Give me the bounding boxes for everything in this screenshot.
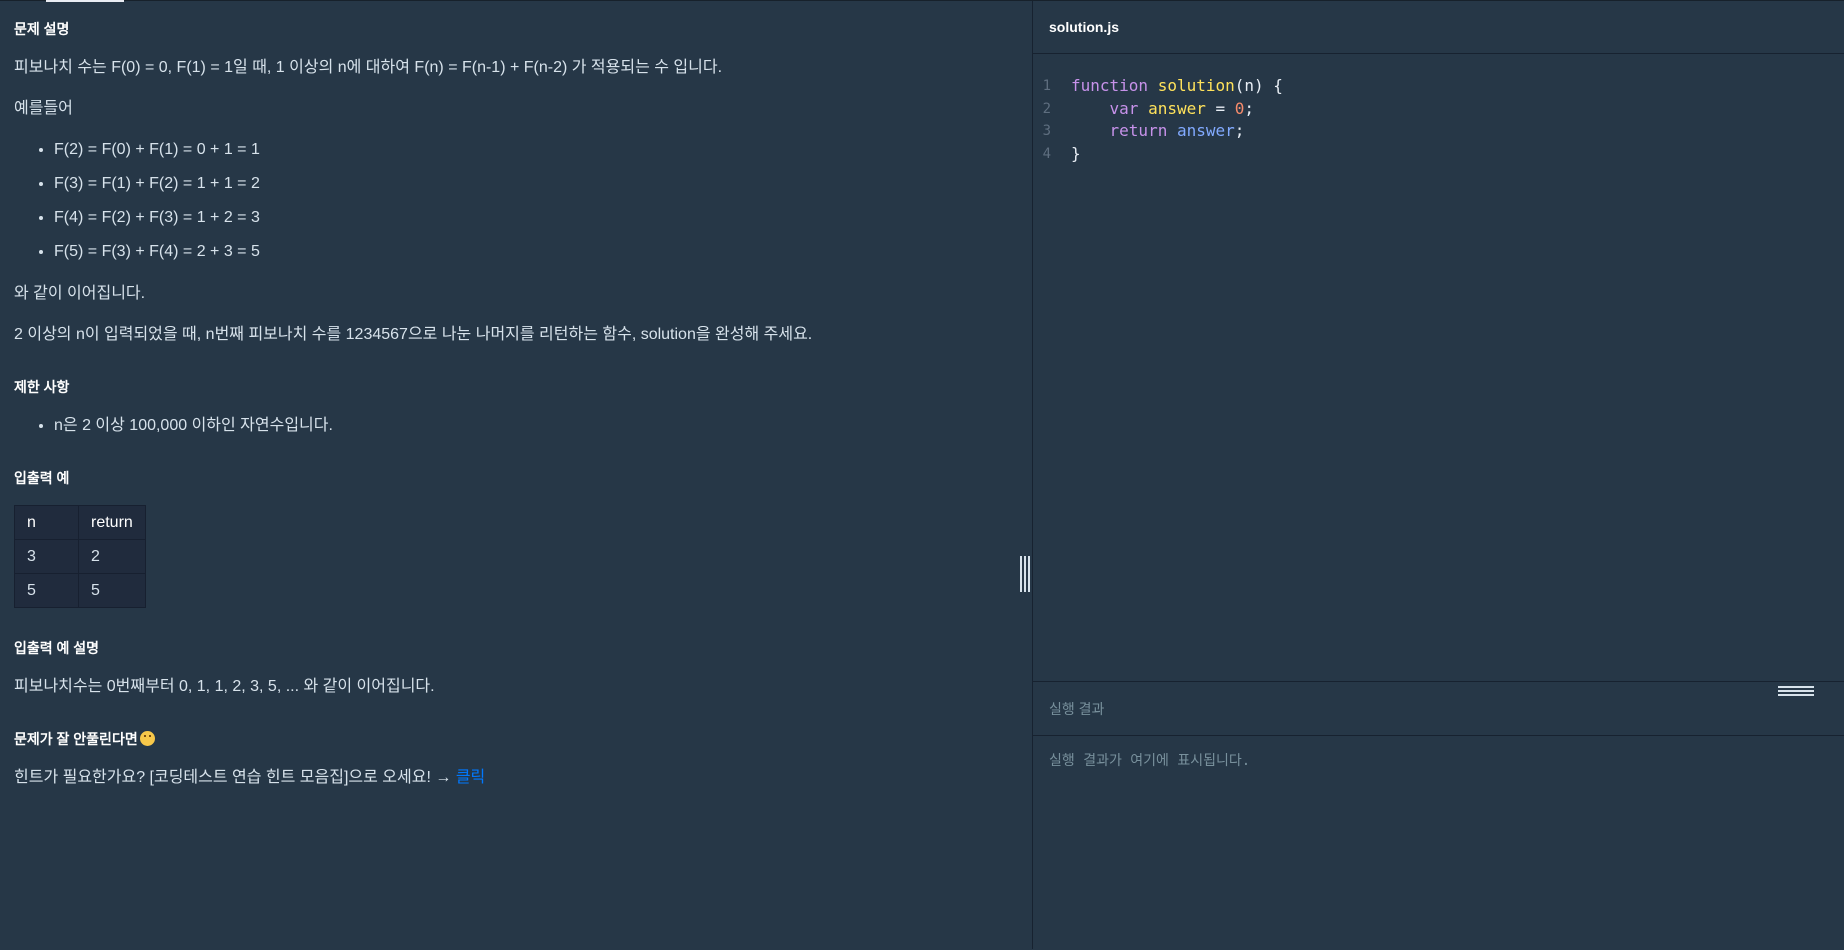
list-item: n은 2 이상 100,000 이하인 자연수입니다. [54, 414, 1018, 438]
hint-title-text: 문제가 잘 안풀린다면 [14, 731, 138, 747]
horizontal-resize-handle[interactable] [1778, 686, 1814, 696]
code-token: return [1109, 121, 1168, 140]
flushed-face-icon [139, 731, 155, 746]
line-number: 3 [1042, 123, 1051, 139]
intro-text: 피보나치 수는 F(0) = 0, F(1) = 1일 때, 1 이상의 n에 … [14, 59, 723, 76]
table-row: 3 2 [14, 539, 146, 574]
example-lead: 예를들어 [14, 100, 73, 117]
table-cell: 5 [78, 573, 146, 608]
code-line: 4} [1033, 143, 1844, 166]
constraints-title: 제한 사항 [14, 379, 70, 395]
continues-text: 와 같이 이어집니다. [14, 285, 146, 302]
code-token: answer [1176, 121, 1235, 140]
table-row: 5 5 [14, 573, 146, 608]
table-header-return: return [78, 505, 146, 540]
code-token: solution [1157, 76, 1235, 95]
editor-header: solution.js [1033, 1, 1844, 54]
table-cell: 3 [14, 539, 79, 574]
hint-text: 힌트가 필요한가요? [코딩테스트 연습 힌트 모음집]으로 오세요! → [14, 769, 456, 786]
table-header-row: n return [14, 505, 146, 540]
hint-link[interactable]: 클릭 [456, 769, 485, 786]
code-token: 0 [1234, 98, 1245, 118]
code-token: var [1109, 98, 1139, 118]
vertical-resize-handle[interactable] [1020, 556, 1030, 592]
io-title: 입출력 예 [14, 470, 70, 486]
code-line: 2 var answer = 0; [1033, 98, 1844, 121]
file-tab[interactable]: solution.js [1049, 19, 1119, 35]
code-token: } [1071, 143, 1081, 163]
list-item: F(2) = F(0) + F(1) = 0 + 1 = 1 [54, 138, 1018, 162]
result-panel: 실행 결과 실행 결과가 여기에 표시됩니다. [1033, 681, 1844, 950]
hint-title: 문제가 잘 안풀린다면 [14, 729, 1018, 749]
hint-paragraph: 힌트가 필요한가요? [코딩테스트 연습 힌트 모음집]으로 오세요! → 클릭 [14, 766, 1018, 790]
constraints-list: n은 2 이상 100,000 이하인 자연수입니다. [14, 414, 1018, 438]
table-cell: 5 [14, 573, 79, 608]
description-title: 문제 설명 [14, 21, 70, 37]
io-explain-title: 입출력 예 설명 [14, 640, 100, 656]
code-line: 1 function solution (n) { [1033, 75, 1844, 98]
example-list: F(2) = F(0) + F(1) = 0 + 1 = 1 F(3) = F(… [14, 138, 1018, 264]
list-item: F(5) = F(3) + F(4) = 2 + 3 = 5 [54, 240, 1018, 264]
io-table: n return 3 2 5 5 [14, 505, 146, 608]
line-number: 4 [1042, 145, 1051, 162]
table-cell: 2 [78, 539, 146, 574]
code-token: ; [1234, 121, 1245, 140]
table-header-n: n [14, 505, 79, 540]
line-number: 2 [1042, 100, 1051, 117]
result-output: 실행 결과가 여기에 표시됩니다. [1049, 753, 1251, 769]
line-number: 1 [1042, 78, 1051, 94]
result-title: 실행 결과 [1033, 682, 1844, 736]
code-token: = [1205, 98, 1235, 118]
code-token: function [1071, 76, 1149, 95]
problem-panel: 문제 설명 피보나치 수는 F(0) = 0, F(1) = 1일 때, 1 이… [0, 1, 1032, 949]
list-item: F(3) = F(1) + F(2) = 1 + 1 = 2 [54, 172, 1018, 196]
code-line: 3 return answer; [1033, 120, 1844, 143]
code-token: answer [1148, 98, 1206, 118]
io-explain-text: 피보나치수는 0번째부터 0, 1, 1, 2, 3, 5, ... 와 같이 … [14, 678, 435, 695]
code-token: (n) { [1234, 76, 1283, 95]
code-token: ; [1244, 98, 1255, 118]
list-item: F(4) = F(2) + F(3) = 1 + 2 = 3 [54, 206, 1018, 230]
code-editor[interactable]: 1 function solution (n) { 2 var answer = 0… [1033, 54, 1844, 165]
task-text: 2 이상의 n이 입력되었을 때, n번째 피보나치 수를 1234567으로 … [14, 326, 813, 343]
editor-panel: solution.js 1 function solution (n) { 2 va… [1033, 1, 1844, 949]
